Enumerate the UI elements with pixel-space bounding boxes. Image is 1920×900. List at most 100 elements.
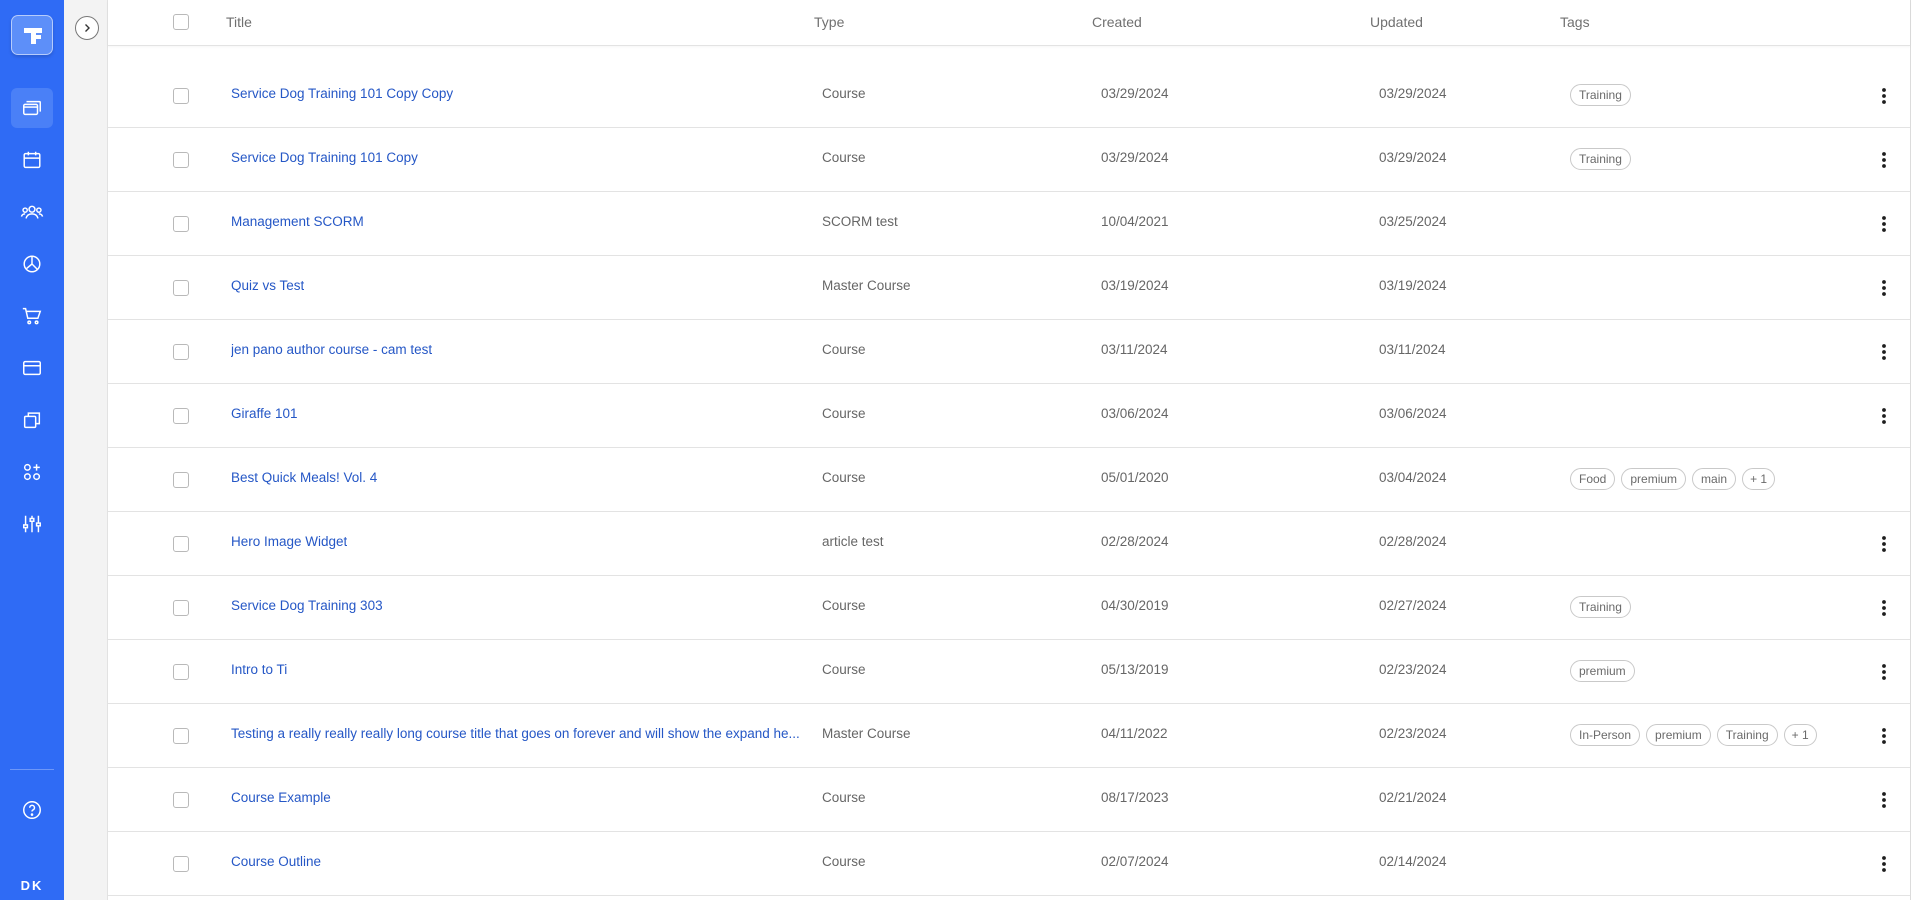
more-tags-chip[interactable]: + 1 — [1742, 468, 1776, 490]
expand-panel-button[interactable] — [75, 16, 99, 40]
tag-chip[interactable]: premium — [1621, 468, 1687, 490]
column-header-type[interactable]: Type — [814, 14, 844, 30]
nav-users[interactable] — [11, 192, 53, 232]
row-actions-button[interactable] — [1872, 404, 1896, 428]
row-actions-button[interactable] — [1872, 788, 1896, 812]
reports-icon — [23, 255, 41, 273]
row-checkbox[interactable] — [173, 408, 189, 424]
app-logo[interactable] — [11, 15, 53, 55]
table-header: Title Type Created Updated Tags — [108, 0, 1910, 46]
row-checkbox[interactable] — [173, 472, 189, 488]
row-actions-button[interactable] — [1872, 84, 1896, 108]
row-checkbox[interactable] — [173, 856, 189, 872]
users-icon — [20, 205, 44, 219]
nav-settings[interactable] — [11, 504, 53, 544]
row-title-link[interactable]: Management SCORM — [231, 214, 364, 229]
row-created-date: 05/13/2019 — [1101, 662, 1169, 677]
row-title-link[interactable]: jen pano author course - cam test — [231, 342, 432, 357]
tag-chip[interactable]: Training — [1570, 148, 1631, 170]
column-header-tags[interactable]: Tags — [1560, 14, 1590, 30]
help-icon — [23, 801, 41, 819]
tag-chip[interactable]: In-Person — [1570, 724, 1641, 746]
row-type: Course — [822, 854, 866, 869]
row-actions-button[interactable] — [1872, 212, 1896, 236]
table-row-partial — [108, 46, 1910, 65]
nav-calendar[interactable] — [11, 140, 53, 180]
row-checkbox[interactable] — [173, 88, 189, 104]
table-row[interactable]: Hero Image Widget article test 02/28/2024 0… — [108, 512, 1910, 576]
row-title-link[interactable]: Testing a really really really long cour… — [231, 726, 800, 741]
more-vertical-icon — [1882, 344, 1886, 360]
tag-chip[interactable]: Training — [1570, 84, 1631, 106]
table-row[interactable]: Intro to Ti Course 05/13/2019 02/23/2024 pre… — [108, 640, 1910, 704]
more-vertical-icon — [1882, 728, 1886, 744]
column-header-created[interactable]: Created — [1092, 14, 1142, 30]
row-type: Master Course — [822, 278, 911, 293]
more-vertical-icon — [1882, 216, 1886, 232]
row-type: Course — [822, 406, 866, 421]
table-row[interactable]: Testing a really really really long cour… — [108, 704, 1910, 768]
row-actions-button[interactable] — [1872, 852, 1896, 876]
table-row[interactable]: Best Quick Meals! Vol. 4 Course 05/01/2020… — [108, 448, 1910, 512]
table-row[interactable]: Service Dog Training 303 Course 04/30/2019… — [108, 576, 1910, 640]
tag-chip[interactable]: Food — [1570, 468, 1616, 490]
table-row[interactable]: Management SCORM SCORM test 10/04/2021 03/2… — [108, 192, 1910, 256]
row-actions-button[interactable] — [1872, 148, 1896, 172]
row-checkbox[interactable] — [173, 536, 189, 552]
more-tags-chip[interactable]: + 1 — [1783, 724, 1817, 746]
row-updated-date: 03/29/2024 — [1379, 86, 1447, 101]
row-title-link[interactable]: Giraffe 101 — [231, 406, 298, 421]
row-checkbox[interactable] — [173, 728, 189, 744]
column-header-updated[interactable]: Updated — [1370, 14, 1423, 30]
row-title-link[interactable]: Course Outline — [231, 854, 321, 869]
nav-help[interactable] — [11, 790, 53, 830]
table-row[interactable]: Service Dog Training 101 Copy Course 03/29… — [108, 128, 1910, 192]
row-checkbox[interactable] — [173, 216, 189, 232]
row-title-link[interactable]: Service Dog Training 303 — [231, 598, 383, 613]
nav-reports[interactable] — [11, 244, 53, 284]
row-title-link[interactable]: Course Example — [231, 790, 331, 805]
nav-cart[interactable] — [11, 296, 53, 336]
table-row[interactable]: Course Outline Course 02/07/2024 02/14/2024 — [108, 832, 1910, 896]
nav-apps[interactable] — [11, 452, 53, 492]
tag-chip[interactable]: premium — [1646, 724, 1711, 746]
tag-chip[interactable]: premium — [1570, 660, 1635, 682]
row-checkbox[interactable] — [173, 600, 189, 616]
copy-icon — [23, 412, 41, 429]
row-actions-button[interactable] — [1872, 532, 1896, 556]
row-actions-button[interactable] — [1872, 276, 1896, 300]
row-checkbox[interactable] — [173, 152, 189, 168]
table-row[interactable]: Quiz vs Test Master Course 03/19/2024 03/19… — [108, 256, 1910, 320]
more-vertical-icon — [1882, 664, 1886, 680]
row-title-link[interactable]: Hero Image Widget — [231, 534, 347, 549]
row-checkbox[interactable] — [173, 280, 189, 296]
row-checkbox[interactable] — [173, 792, 189, 808]
row-created-date: 02/28/2024 — [1101, 534, 1169, 549]
row-title-link[interactable]: Quiz vs Test — [231, 278, 304, 293]
row-actions-button[interactable] — [1872, 596, 1896, 620]
table-row[interactable]: Course Example Course 08/17/2023 02/21/2024 — [108, 768, 1910, 832]
row-title-link[interactable]: Service Dog Training 101 Copy Copy — [231, 86, 453, 101]
row-actions-button[interactable] — [1872, 660, 1896, 684]
nav-courses[interactable] — [11, 88, 53, 128]
row-checkbox[interactable] — [173, 664, 189, 680]
tag-chip[interactable]: main — [1692, 468, 1737, 490]
row-actions-button[interactable] — [1872, 340, 1896, 364]
row-checkbox[interactable] — [173, 344, 189, 360]
select-all-checkbox[interactable] — [173, 14, 189, 30]
row-title-link[interactable]: Best Quick Meals! Vol. 4 — [231, 470, 377, 485]
table-row[interactable]: Service Dog Training 101 Copy Copy Course… — [108, 64, 1910, 128]
row-title-link[interactable]: Service Dog Training 101 Copy — [231, 150, 418, 165]
row-actions-button[interactable] — [1872, 724, 1896, 748]
table-row[interactable]: jen pano author course - cam test Course 0… — [108, 320, 1910, 384]
tag-chip[interactable]: Training — [1716, 724, 1778, 746]
tag-chip[interactable]: Training — [1570, 596, 1631, 618]
row-title-link[interactable]: Intro to Ti — [231, 662, 287, 677]
column-header-title[interactable]: Title — [226, 14, 252, 30]
nav-pages[interactable] — [11, 348, 53, 388]
table-row[interactable]: Giraffe 101 Course 03/06/2024 03/06/2024 — [108, 384, 1910, 448]
row-type: Course — [822, 470, 866, 485]
user-initials[interactable]: DK — [0, 878, 64, 893]
nav-library[interactable] — [11, 400, 53, 440]
row-type: Course — [822, 342, 866, 357]
